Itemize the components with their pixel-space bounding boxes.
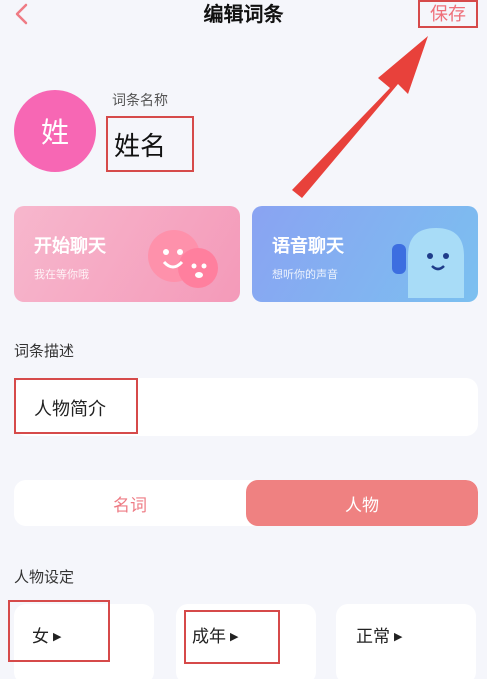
caret-right-icon: ▶ bbox=[230, 630, 239, 643]
type-toggle: 名词 人物 bbox=[14, 480, 478, 526]
status-value: 正常 bbox=[356, 627, 390, 647]
top-bar: 编辑词条 保存 bbox=[0, 0, 487, 30]
status-setting[interactable]: 正常 ▶ bbox=[356, 622, 402, 647]
character-settings-label: 人物设定 bbox=[14, 568, 75, 586]
toggle-option-person[interactable]: 人物 bbox=[246, 480, 478, 526]
save-button[interactable]: 保存 bbox=[418, 0, 478, 28]
description-label: 词条描述 bbox=[14, 342, 75, 360]
description-value: 人物简介 bbox=[34, 399, 106, 420]
description-value-box[interactable]: 人物简介 bbox=[14, 378, 138, 434]
gender-value: 女 bbox=[32, 627, 49, 647]
voice-chat-card[interactable]: 语音聊天 想听你的声音 bbox=[252, 206, 478, 302]
entry-name-value: 姓名 bbox=[114, 132, 167, 162]
avatar[interactable]: 姓 bbox=[14, 90, 96, 172]
start-chat-card[interactable]: 开始聊天 我在等你哦 bbox=[14, 206, 240, 302]
toggle-option-noun[interactable]: 名词 bbox=[14, 480, 246, 526]
gender-setting[interactable]: 女 ▶ bbox=[32, 622, 61, 647]
caret-right-icon: ▶ bbox=[394, 630, 403, 643]
voice-chat-title: 语音聊天 bbox=[272, 236, 344, 257]
age-setting[interactable]: 成年 ▶ bbox=[192, 622, 238, 647]
arrow-annotation bbox=[292, 36, 428, 198]
page-title: 编辑词条 bbox=[203, 2, 284, 26]
voice-chat-subtitle: 想听你的声音 bbox=[272, 268, 338, 281]
chat-faces-illustration bbox=[148, 230, 218, 288]
start-chat-subtitle: 我在等你哦 bbox=[34, 268, 89, 281]
age-value: 成年 bbox=[192, 627, 226, 647]
start-chat-title: 开始聊天 bbox=[34, 236, 106, 257]
voice-ghost-illustration bbox=[392, 228, 464, 298]
entry-name-label: 词条名称 bbox=[112, 93, 168, 109]
entry-name-field[interactable]: 姓名 bbox=[106, 116, 194, 172]
caret-right-icon: ▶ bbox=[53, 630, 62, 643]
